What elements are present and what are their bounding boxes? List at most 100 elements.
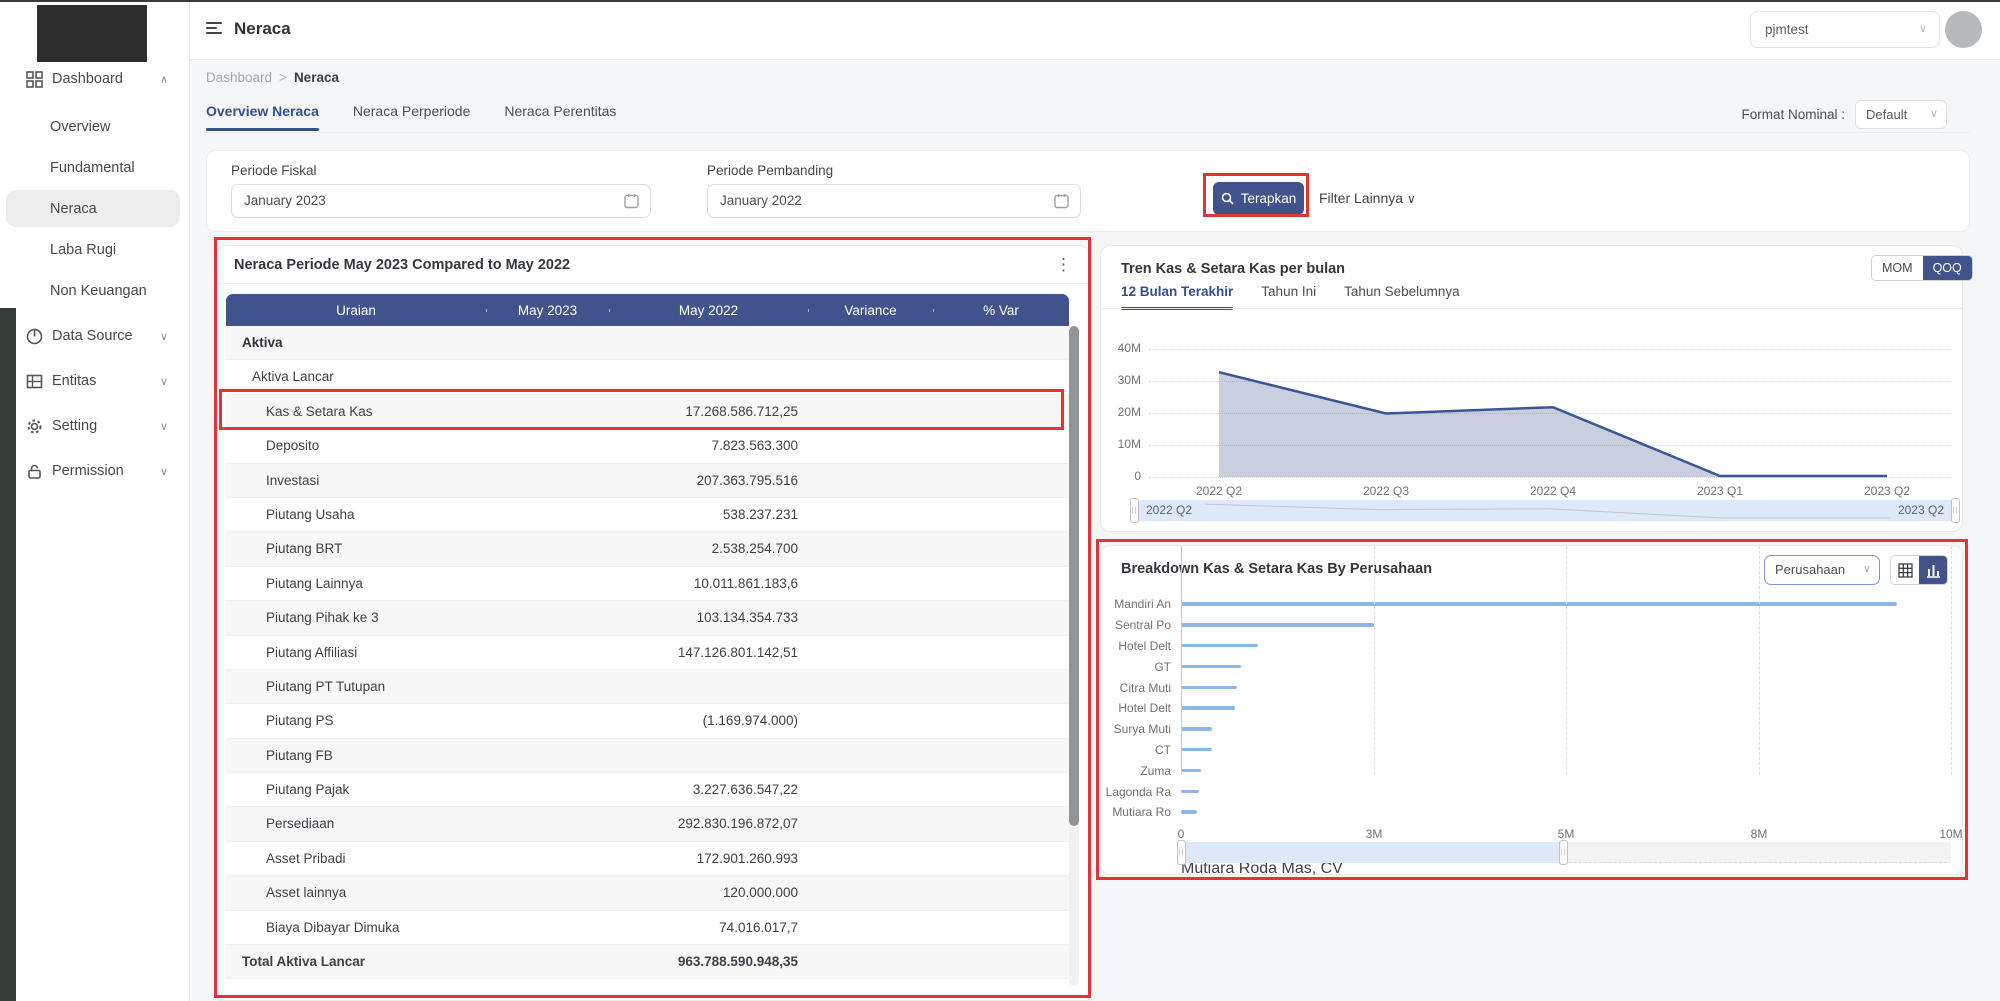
table-row[interactable]: Piutang Pajak 3.227.636.547,22	[226, 773, 1069, 808]
periode-pembanding-input[interactable]: January 2022	[707, 184, 1081, 218]
filter-lainnya-button[interactable]: Filter Lainnya ∨	[1319, 190, 1416, 206]
slider-handle-left[interactable]: ||	[1177, 840, 1186, 865]
dashboard-icon	[26, 70, 43, 88]
bar-category-label: Mandiri An	[1114, 597, 1171, 612]
sidebar-item-permission[interactable]: Permission ∨	[0, 456, 190, 486]
bar[interactable]	[1181, 664, 1241, 669]
sidebar-item-entitas[interactable]: Entitas ∨	[0, 366, 190, 396]
slider-handle-middle[interactable]: ||	[1559, 840, 1568, 865]
bar-zone	[1181, 740, 1951, 761]
table-row[interactable]: Piutang PS (1.169.974.000)	[226, 704, 1069, 739]
row-value: 172.901.260.993	[696, 850, 798, 866]
bar-row[interactable]: Hotel Delt	[1101, 698, 1951, 719]
breadcrumb-current: Neraca	[293, 70, 339, 85]
row-label: Piutang FB	[266, 747, 333, 763]
breakdown-slider-track[interactable]: || Mandiri Andalan Karya || Mutiara Roda…	[1177, 840, 1951, 877]
bar-row[interactable]: GT	[1101, 656, 1951, 677]
bar[interactable]	[1181, 768, 1201, 773]
periode-fiskal-input[interactable]: January 2023	[231, 184, 651, 218]
kebab-menu-icon[interactable]: ⋮	[1055, 256, 1072, 273]
table-row[interactable]: Asset lainnya 120.000.000	[226, 876, 1069, 911]
bar-row[interactable]: Surya Muti	[1101, 719, 1951, 740]
table-row[interactable]: Piutang Lainnya 10.011.861.183,6	[226, 566, 1069, 602]
column-header[interactable]: Variance	[808, 303, 933, 318]
table-row[interactable]: Piutang Pihak ke 3 103.134.354.733	[226, 601, 1069, 636]
avatar[interactable]	[1945, 11, 1982, 48]
terapkan-button[interactable]: Terapkan	[1213, 182, 1304, 215]
sidebar-item-data-source[interactable]: Data Source ∨	[0, 321, 190, 351]
column-header[interactable]: May 2022	[609, 303, 808, 318]
scrollbar-thumb[interactable]	[1069, 326, 1079, 826]
bar[interactable]	[1181, 747, 1212, 752]
sidebar-item-laba-rugi[interactable]: Laba Rugi	[50, 235, 116, 265]
table-row[interactable]: Investasi 207.363.795.516	[226, 463, 1069, 498]
column-header[interactable]: % Var	[933, 303, 1069, 318]
table-row[interactable]: Aktiva Lancar	[226, 360, 1069, 395]
table-row[interactable]: Piutang FB	[226, 738, 1069, 774]
mom-button[interactable]: MOM	[1872, 256, 1923, 280]
bar-row[interactable]: CT	[1101, 740, 1951, 761]
tab-neraca-perperiode[interactable]: Neraca Perperiode	[353, 103, 471, 131]
bar[interactable]	[1181, 706, 1235, 710]
tab-overview-neraca[interactable]: Overview Neraca	[206, 103, 319, 131]
table-row[interactable]: Biaya Dibayar Dimuka 74.016.017,7	[226, 910, 1069, 946]
menu-icon[interactable]	[206, 22, 222, 36]
bar[interactable]	[1181, 789, 1199, 794]
table-row[interactable]: Piutang BRT 2.538.254.700	[226, 532, 1069, 567]
sidebar-item-fundamental[interactable]: Fundamental	[50, 153, 135, 183]
tab-tahun-ini[interactable]: Tahun Ini	[1261, 284, 1316, 309]
sidebar-item-label: Data Source	[52, 328, 133, 344]
sidebar-item-setting[interactable]: Setting ∨	[0, 411, 190, 441]
table-row[interactable]: Aktiva	[226, 326, 1069, 361]
breadcrumb-separator: >	[279, 70, 287, 85]
kebab-menu-icon[interactable]: ⋮	[1936, 561, 1953, 578]
tab-tahun-sebelumnya[interactable]: Tahun Sebelumnya	[1344, 284, 1460, 309]
bar-row[interactable]: Zuma	[1101, 760, 1951, 781]
column-header[interactable]: May 2023	[486, 303, 609, 318]
tab-neraca-perentitas[interactable]: Neraca Perentitas	[504, 103, 616, 131]
bar-row[interactable]: Hotel Delt	[1101, 636, 1951, 657]
bar[interactable]	[1181, 643, 1258, 648]
bar-row[interactable]: Lagonda Ra	[1101, 781, 1951, 802]
bar[interactable]	[1181, 727, 1212, 731]
breadcrumb-root[interactable]: Dashboard	[206, 70, 272, 85]
table-row[interactable]: Persediaan 292.830.196.872,07	[226, 807, 1069, 842]
y-axis-tick: 0	[1134, 469, 1141, 483]
trend-range-slider[interactable]: || 2022 Q2 2023 Q2 ||	[1130, 498, 1960, 523]
sidebar-item-neraca[interactable]: Neraca	[50, 194, 97, 224]
sidebar-item-non-keuangan[interactable]: Non Keuangan	[50, 276, 147, 306]
bar-row[interactable]: Sentral Po	[1101, 615, 1951, 636]
table-scrollbar[interactable]	[1069, 326, 1079, 986]
table-row[interactable]: Asset Pribadi 172.901.260.993	[226, 841, 1069, 877]
sidebar-item-overview[interactable]: Overview	[50, 112, 110, 142]
column-header[interactable]: Uraian	[226, 303, 486, 318]
table-row[interactable]: Deposito 7.823.563.300	[226, 429, 1069, 464]
qoq-button[interactable]: QOQ	[1922, 256, 1972, 280]
breakdown-slider-selected[interactable]	[1181, 842, 1566, 863]
filter-lainnya-label: Filter Lainnya	[1319, 190, 1404, 206]
user-dropdown[interactable]: pjmtest ∨	[1750, 11, 1940, 48]
tab-12-bulan-terakhir[interactable]: 12 Bulan Terakhir	[1121, 284, 1234, 310]
bar[interactable]	[1181, 810, 1197, 814]
table-view-button[interactable]	[1891, 556, 1919, 584]
table-row[interactable]: Piutang PT Tutupan	[226, 669, 1069, 705]
bar-row[interactable]: Mutiara Ro	[1101, 802, 1951, 823]
slider-handle-right[interactable]: ||	[1951, 498, 1960, 523]
table-row[interactable]: Total Aktiva Lancar 963.788.590.948,35	[226, 945, 1069, 980]
bar-zone	[1181, 594, 1951, 615]
table-row[interactable]: Piutang Affiliasi 147.126.801.142,51	[226, 635, 1069, 670]
bar[interactable]	[1181, 602, 1897, 606]
perusahaan-select[interactable]: Perusahaan ∨	[1764, 555, 1880, 585]
table-row[interactable]: Piutang Usaha 538.237.231	[226, 497, 1069, 533]
bar[interactable]	[1181, 623, 1374, 627]
collapsed-rail	[0, 308, 16, 1001]
slider-handle-left[interactable]: ||	[1130, 498, 1139, 523]
sidebar-item-dashboard[interactable]: Dashboard ∧	[0, 64, 190, 94]
bar[interactable]	[1181, 685, 1237, 690]
table-row[interactable]: Kas & Setara Kas 17.268.586.712,25	[226, 394, 1069, 430]
table-body: Aktiva Aktiva Lancar Kas & Setara Kas 17.26…	[226, 326, 1069, 1000]
table-card-header: Neraca Periode May 2023 Compared to May …	[218, 246, 1088, 284]
bar-row[interactable]: Mandiri An	[1101, 594, 1951, 615]
format-nominal-select[interactable]: Default ∨	[1855, 100, 1947, 129]
bar-row[interactable]: Citra Muti	[1101, 677, 1951, 698]
